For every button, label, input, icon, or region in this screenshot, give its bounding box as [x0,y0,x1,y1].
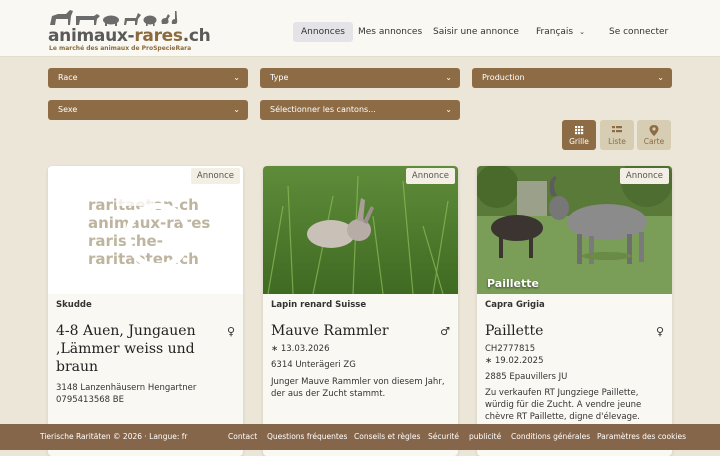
chevron-down-icon: ⌄ [445,73,452,82]
listing-phone: 0795413568 BE [56,395,124,405]
view-grid-label: Grille [569,137,589,146]
site-header: animaux-rares.ch Le marché des animaux d… [0,0,720,57]
listing-breed: Skudde [56,300,92,310]
chevron-down-icon: ⌄ [579,28,585,36]
listing-title[interactable]: 4-8 Auen, Jungauen ,Lämmer weiss und bra… [56,322,216,376]
listing-location: 6314 Unterägeri ZG [271,360,356,370]
placeholder-watermark-line: animaux-rares [88,214,210,232]
listing-description: Zu verkaufen RT Jungziege Paillette, wür… [485,388,642,422]
rabbit-photo [263,166,458,294]
filter-sexe-label: Sexe [58,105,78,114]
listing-card[interactable]: Annonce Paillette Capra Grigia Paillette… [477,166,672,456]
listing-badge: Annonce [190,168,240,184]
nav-mes-annonces[interactable]: Mes annonces [358,22,422,42]
map-pin-icon [649,125,659,136]
listing-title[interactable]: Paillette [485,322,645,340]
chevron-down-icon: ⌄ [233,105,240,114]
image-caption: Paillette [487,277,539,290]
filter-race-label: Race [58,73,78,82]
view-map-label: Carte [643,137,665,146]
footer-link-contact[interactable]: Contact [228,424,257,450]
grid-icon [575,126,584,135]
list-icon [612,126,622,133]
filter-cantons[interactable]: Sélectionner les cantons... ⌄ [260,100,460,120]
chevron-down-icon: ⌄ [233,73,240,82]
logo-wordmark: animaux-rares.ch [48,26,211,46]
language-select[interactable]: Français ⌄ [536,22,585,42]
listing-location: 3148 Lanzenhäusern Hengartner [56,383,197,393]
listing-breed: Capra Grigia [485,300,545,310]
footer-link-faq[interactable]: Questions fréquentes [267,424,347,450]
farm-animals-logo-icon [50,10,178,26]
language-label: Français [536,27,574,37]
view-grid-button[interactable]: Grille [562,120,596,150]
listing-badge: Annonce [619,168,669,184]
female-icon: ♀ [226,325,235,338]
listing-image-placeholder: raritaeten.ch animaux-rares rarische- ra… [48,166,243,294]
nav-annonces[interactable]: Annonces [293,22,353,42]
view-list-label: Liste [608,137,626,146]
listing-card[interactable]: Annonce Lapin renard Suisse Mauve Rammle… [263,166,458,456]
filter-production-label: Production [482,73,525,82]
listing-description: Junger Mauve Rammler von diesem Jahr, de… [271,377,445,399]
footer-link-cookie-settings[interactable]: Paramètres des cookies [597,424,686,450]
listing-badge: Annonce [405,168,455,184]
logo-subtitle: Le marché des animaux de ProSpecieRara [49,45,192,52]
nav-saisir-annonce[interactable]: Saisir une annonce [433,22,519,42]
footer-link-advertising[interactable]: publicité [469,424,501,450]
footer-link-advice[interactable]: Conseils et règles [354,424,420,450]
site-footer: Tierische Raritäten © 2026 · Langue: fr … [0,424,720,450]
view-map-button[interactable]: Carte [637,120,671,150]
filter-sexe[interactable]: Sexe ⌄ [48,100,248,120]
listing-birth-date: ∗ 19.02.2025 [485,356,544,366]
filter-cantons-label: Sélectionner les cantons... [270,105,376,114]
listing-id: CH2777815 [485,344,536,354]
filter-type-label: Type [270,73,289,82]
filter-race[interactable]: Race ⌄ [48,68,248,88]
filter-type[interactable]: Type ⌄ [260,68,460,88]
female-icon: ♀ [655,325,664,338]
listing-image-goats: Annonce Paillette [477,166,672,294]
listing-birth-date: ∗ 13.03.2026 [271,344,330,354]
listing-card[interactable]: raritaeten.ch animaux-rares rarische- ra… [48,166,243,456]
site-logo[interactable]: animaux-rares.ch Le marché des animaux d… [48,7,211,52]
chevron-down-icon: ⌄ [657,73,664,82]
male-icon: ♂ [440,325,450,338]
listing-breed: Lapin renard Suisse [271,300,367,310]
listing-title[interactable]: Mauve Rammler [271,322,431,340]
camera-placeholder-icon: raritaeten.ch animaux-rares rarische- ra… [88,196,210,269]
footer-link-terms[interactable]: Conditions générales [511,424,590,450]
nav-login[interactable]: Se connecter [609,22,668,42]
filter-production[interactable]: Production ⌄ [472,68,672,88]
footer-link-security[interactable]: Sécurité [428,424,459,450]
view-list-button[interactable]: Liste [600,120,634,150]
listing-image-rabbit: Annonce [263,166,458,294]
chevron-down-icon: ⌄ [445,105,452,114]
footer-copyright: Tierische Raritäten © 2026 · Langue: fr [40,432,188,441]
listing-location: 2885 Epauvillers JU [485,372,568,382]
goats-photo [477,166,672,294]
